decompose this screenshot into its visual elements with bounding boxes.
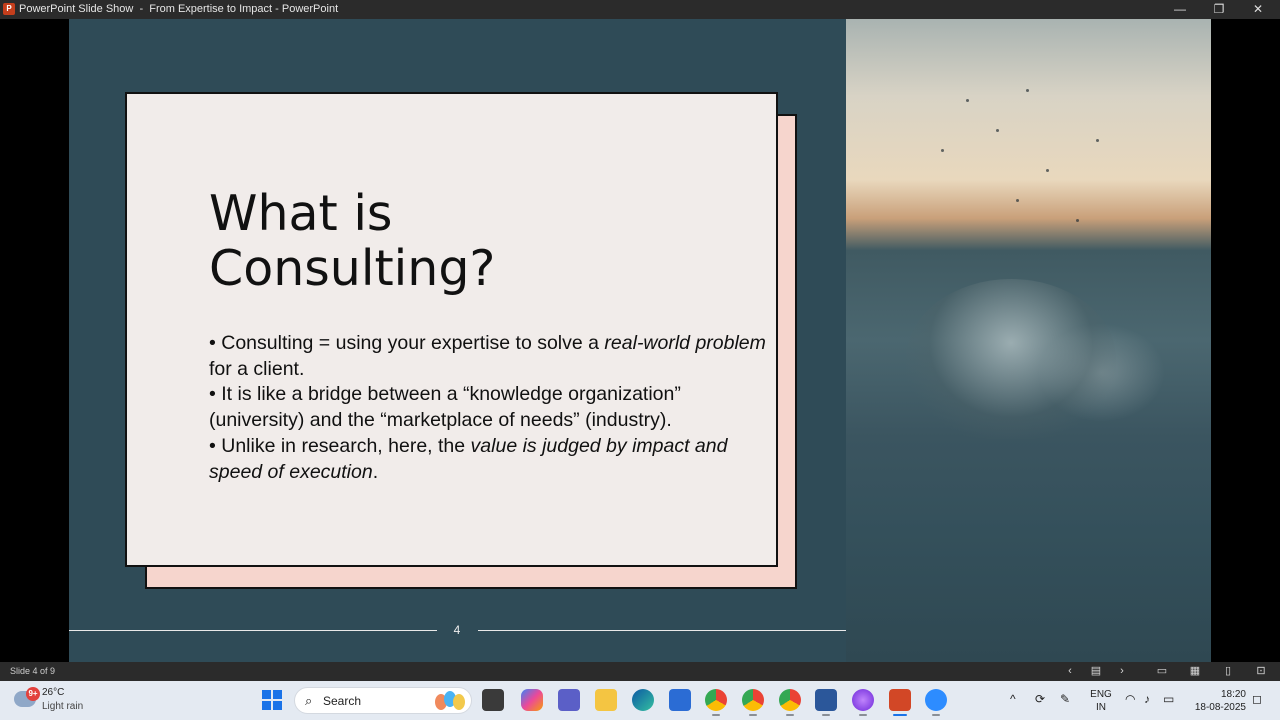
battery-icon[interactable]: ▭	[1163, 692, 1174, 706]
clock[interactable]: 18:20 18-08-2025	[1190, 688, 1246, 714]
window-title-bar: P PowerPoint Slide Show - From Expertise…	[0, 0, 1280, 19]
splash-shape	[906, 279, 1116, 439]
windows-start-icon[interactable]	[261, 689, 283, 711]
slide-body: • Consulting = using your expertise to s…	[209, 331, 769, 485]
content-card: What is Consulting? • Consulting = using…	[125, 92, 778, 567]
language-indicator[interactable]: ENG IN	[1090, 688, 1112, 714]
wifi-icon[interactable]: ◠	[1125, 692, 1135, 706]
bullet-3: • Unlike in research, here, the value is…	[209, 434, 728, 483]
footer-line-left	[69, 630, 437, 631]
window-title: PowerPoint Slide Show - From Expertise t…	[19, 3, 339, 15]
slide-title-line2: Consulting?	[209, 240, 496, 297]
bullet-1: • Consulting = using your expertise to s…	[209, 332, 766, 380]
normal-view-icon[interactable]: ▭	[1154, 664, 1170, 679]
search-icon: ⌕	[305, 693, 313, 708]
prev-icon[interactable]: ‹	[1062, 664, 1078, 679]
slide-title: What is Consulting?	[209, 186, 729, 296]
zoom-icon[interactable]	[925, 689, 947, 716]
bullet-2: • It is like a bridge between a “knowled…	[209, 383, 681, 432]
footer-line-right	[478, 630, 846, 631]
chrome-a-icon[interactable]	[742, 689, 764, 716]
slideshow-status-bar: Slide 4 of 9 ‹ ▤ › ▭ ▦ ▯ ⊡	[0, 662, 1280, 681]
weather-temp: 26°C	[42, 687, 65, 698]
chevron-up-icon[interactable]: ^	[1010, 692, 1016, 706]
clock-time: 18:20	[1220, 689, 1246, 700]
slide[interactable]: What is Consulting? • Consulting = using…	[69, 19, 1211, 662]
edge-icon[interactable]	[632, 689, 654, 711]
notification-icon[interactable]: ◻	[1252, 692, 1262, 706]
teams-icon[interactable]	[558, 689, 580, 711]
powerpoint-icon[interactable]	[889, 689, 911, 716]
water-splash-photo	[846, 19, 1211, 662]
taskbar: 9+ 26°C Light rain ⌕ ^ ⟳ ✎ ENG IN ◠ ♪ ▭ …	[0, 681, 1280, 720]
pen-icon[interactable]: ✎	[1060, 692, 1070, 706]
slide-show-stage[interactable]: What is Consulting? • Consulting = using…	[0, 19, 1280, 662]
restore-button[interactable]: ❐	[1199, 0, 1239, 19]
powerpoint-logo-icon: P	[3, 3, 15, 15]
clock-date: 18-08-2025	[1194, 702, 1246, 713]
sync-icon[interactable]: ⟳	[1035, 692, 1045, 706]
word-icon[interactable]	[815, 689, 837, 716]
search-input[interactable]	[323, 693, 423, 709]
slide-count: Slide 4 of 9	[10, 666, 56, 676]
store-icon[interactable]	[669, 689, 691, 711]
grid-view-icon[interactable]: ▦	[1187, 664, 1203, 679]
chrome-icon[interactable]	[705, 689, 727, 716]
presenter-icon[interactable]: ⊡	[1253, 664, 1269, 679]
notification-badge: 9+	[26, 687, 40, 701]
taskbar-search[interactable]: ⌕	[294, 687, 472, 714]
arc-icon[interactable]	[852, 689, 874, 716]
next-icon[interactable]: ›	[1114, 664, 1130, 679]
balloons-icon	[433, 691, 469, 711]
reading-view-icon[interactable]: ▯	[1220, 664, 1236, 679]
slide-sorter-icon[interactable]: ▤	[1088, 664, 1104, 679]
volume-icon[interactable]: ♪	[1144, 692, 1150, 706]
folder-icon[interactable]	[595, 689, 617, 711]
copilot-icon[interactable]	[521, 689, 543, 711]
chrome-b-icon[interactable]	[779, 689, 801, 716]
close-button[interactable]: ✕	[1238, 0, 1278, 19]
slide-page-number: 4	[453, 623, 461, 637]
weather-widget[interactable]: 9+ 26°C Light rain	[14, 685, 104, 716]
slide-title-line1: What is	[209, 185, 393, 242]
minimize-button[interactable]: —	[1160, 0, 1200, 19]
file-explorer-dark-icon[interactable]	[482, 689, 504, 711]
weather-condition: Light rain	[42, 701, 84, 712]
